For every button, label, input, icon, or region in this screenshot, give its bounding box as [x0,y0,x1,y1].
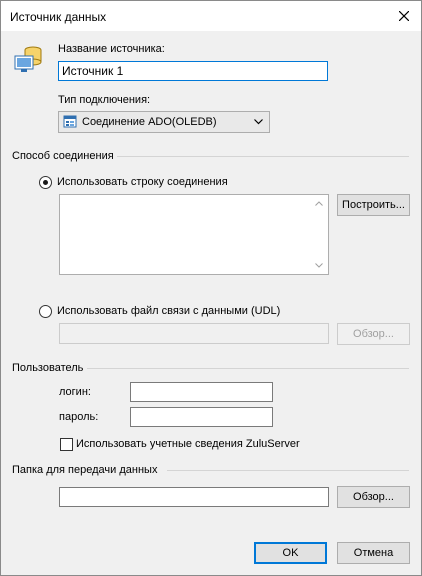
ok-button-label: OK [282,547,299,559]
connection-type-value: Соединение ADO(OLEDB) [82,116,217,128]
source-name-value: Источник 1 [62,64,124,78]
use-udl-file-label[interactable]: Использовать файл связи с данными (UDL) [57,305,280,317]
data-source-dialog: Источник данных Название источника: Исто… [0,0,422,576]
use-zuluserver-credentials-checkbox[interactable] [60,438,73,451]
scroll-down-icon [315,263,323,268]
database-source-icon [14,46,42,72]
user-group-label: Пользователь [12,362,84,374]
close-button[interactable] [387,1,421,31]
browse-udl-button[interactable]: Обзор... [337,323,410,345]
connection-method-divider [117,156,409,157]
cancel-button-label: Отмена [353,547,394,559]
connection-string-scrollbar[interactable] [311,195,328,274]
chevron-down-icon [254,119,263,125]
browse-transfer-folder-button-label: Обзор... [353,491,394,503]
connection-method-group-label: Способ соединения [12,150,114,162]
window-title: Источник данных [10,10,107,24]
use-udl-file-radio[interactable] [39,305,52,318]
password-label: пароль: [59,411,99,423]
close-icon [399,11,409,21]
connection-string-textarea[interactable] [59,194,329,275]
source-name-label: Название источника: [58,43,165,55]
connection-type-label: Тип подключения: [58,94,151,106]
ado-connection-icon [63,115,77,128]
title-bar: Источник данных [1,1,421,31]
build-button-label: Построить... [342,199,405,211]
scroll-up-icon [315,201,323,206]
use-connection-string-radio[interactable] [39,176,52,189]
login-input[interactable] [130,382,273,402]
login-label: логин: [59,386,91,398]
cancel-button[interactable]: Отмена [337,542,410,564]
transfer-folder-divider [167,470,409,471]
use-zuluserver-credentials-label[interactable]: Использовать учетные сведения ZuluServer [76,438,300,450]
build-connection-string-button[interactable]: Построить... [337,194,410,216]
browse-transfer-folder-button[interactable]: Обзор... [337,486,410,508]
browse-udl-button-label: Обзор... [353,328,394,340]
udl-file-path-input[interactable] [59,323,329,344]
user-group-divider [87,368,409,369]
ok-button[interactable]: OK [254,542,327,564]
use-connection-string-label[interactable]: Использовать строку соединения [57,176,228,188]
transfer-folder-input[interactable] [59,487,329,507]
password-input[interactable] [130,407,273,427]
transfer-folder-group-label: Папка для передачи данных [12,464,158,476]
source-name-input[interactable]: Источник 1 [58,61,328,81]
radio-selected-dot [43,180,48,185]
connection-type-select[interactable]: Соединение ADO(OLEDB) [58,111,270,133]
